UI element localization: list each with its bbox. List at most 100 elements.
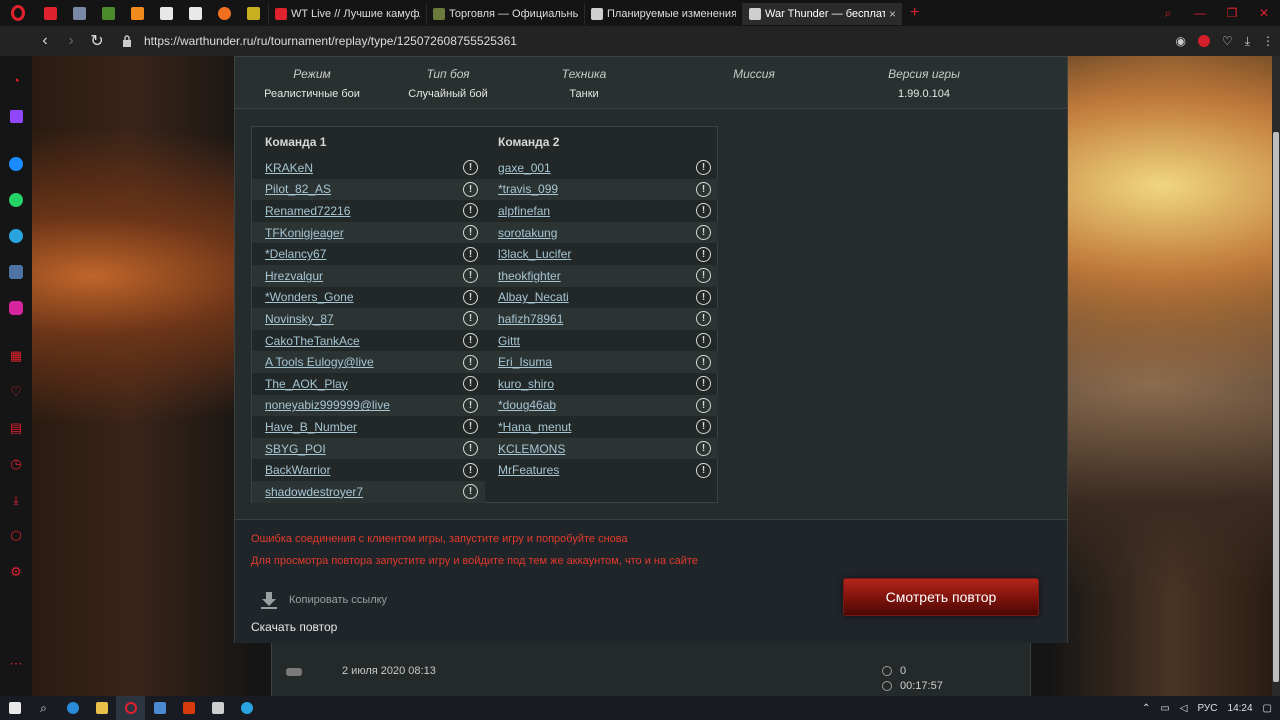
pinned-gmail2-icon[interactable]	[181, 0, 210, 26]
pinned-youtube-icon[interactable]	[36, 0, 65, 26]
player-name-link[interactable]: hafizh78961	[498, 312, 563, 326]
player-name-link[interactable]: theokfighter	[498, 269, 561, 283]
scrollbar-thumb[interactable]	[1273, 132, 1279, 682]
player-name-link[interactable]: BackWarrior	[265, 463, 331, 477]
report-warning-icon[interactable]: !	[696, 376, 711, 392]
report-warning-icon[interactable]: !	[696, 441, 711, 457]
search-icon[interactable]: ⌕	[29, 696, 58, 720]
player-name-link[interactable]: Albay_Necati	[498, 290, 569, 304]
player-name-link[interactable]: CakoTheTankAce	[265, 334, 360, 348]
report-warning-icon[interactable]: !	[463, 397, 478, 413]
start-button[interactable]	[0, 696, 29, 720]
player-name-link[interactable]: SBYG_POI	[265, 442, 326, 456]
download-replay-link[interactable]: Скачать повтор	[251, 620, 337, 634]
report-warning-icon[interactable]: !	[463, 333, 478, 349]
clock[interactable]: 14:24	[1228, 703, 1253, 714]
office-icon[interactable]	[174, 696, 203, 720]
notifications-icon[interactable]: ▢	[1263, 703, 1272, 714]
heart-icon[interactable]: ♡	[1222, 34, 1233, 48]
minimize-button[interactable]: —	[1184, 0, 1216, 26]
snapshot-icon[interactable]: ◉	[1175, 34, 1185, 48]
whatsapp-icon[interactable]	[8, 192, 24, 208]
pinned-rss-icon[interactable]	[210, 0, 239, 26]
more-icon[interactable]: ⋯	[8, 656, 24, 672]
reload-button[interactable]: ↻	[84, 26, 110, 56]
report-warning-icon[interactable]: !	[696, 181, 711, 197]
adblock-icon[interactable]	[1197, 35, 1210, 47]
player-name-link[interactable]: Renamed72216	[265, 204, 350, 218]
report-warning-icon[interactable]: !	[463, 268, 478, 284]
opera-taskbar-icon[interactable]	[116, 696, 145, 720]
news-icon[interactable]: ▤	[8, 420, 24, 436]
tab-trade[interactable]: Торговля — Официальный	[426, 3, 584, 25]
tab-close-icon[interactable]: ×	[889, 7, 896, 21]
report-warning-icon[interactable]: !	[463, 289, 478, 305]
report-warning-icon[interactable]: !	[696, 333, 711, 349]
player-name-link[interactable]: TFKonigjeager	[265, 226, 344, 240]
player-name-link[interactable]: Gittt	[498, 334, 520, 348]
pinned-leaf-icon[interactable]	[239, 0, 268, 26]
page-scrollbar[interactable]	[1272, 56, 1280, 696]
history-icon[interactable]: ◷	[8, 456, 24, 472]
apps-grid-icon[interactable]: ▦	[8, 348, 24, 364]
extensions-cube-icon[interactable]: ⬡	[8, 528, 24, 544]
report-warning-icon[interactable]: !	[696, 354, 711, 370]
report-warning-icon[interactable]: !	[696, 160, 711, 176]
player-name-link[interactable]: *doug46ab	[498, 398, 556, 412]
language-indicator[interactable]: РУС	[1197, 703, 1217, 714]
report-warning-icon[interactable]: !	[696, 203, 711, 219]
copy-link-button[interactable]: Копировать ссылку	[259, 590, 387, 610]
maximize-button[interactable]: ❐	[1216, 0, 1248, 26]
chevron-up-icon[interactable]: ⌃	[1142, 703, 1150, 714]
url-field[interactable]: https://warthunder.ru/ru/tournament/repl…	[144, 34, 517, 48]
forward-button[interactable]: ›	[58, 26, 84, 56]
player-name-link[interactable]: noneyabiz999999@live	[265, 398, 390, 412]
report-warning-icon[interactable]: !	[463, 419, 478, 435]
player-name-link[interactable]: *Delancy67	[265, 247, 326, 261]
mail-icon[interactable]	[145, 696, 174, 720]
player-name-link[interactable]: Hrezvalgur	[265, 269, 323, 283]
player-name-link[interactable]: KCLEMONS	[498, 442, 565, 456]
player-name-link[interactable]: Eri_Isuma	[498, 355, 552, 369]
speed-dial-icon[interactable]: ◔	[8, 72, 24, 88]
tab-changes[interactable]: Планируемые изменения	[584, 3, 742, 25]
report-warning-icon[interactable]: !	[696, 311, 711, 327]
player-name-link[interactable]: l3lack_Lucifer	[498, 247, 571, 261]
player-name-link[interactable]: kuro_shiro	[498, 377, 554, 391]
network-icon[interactable]: ▭	[1160, 703, 1169, 714]
report-warning-icon[interactable]: !	[463, 441, 478, 457]
lock-icon[interactable]	[120, 34, 134, 48]
twitch-icon[interactable]	[8, 108, 24, 124]
player-name-link[interactable]: *travis_099	[498, 182, 558, 196]
report-warning-icon[interactable]: !	[463, 462, 478, 478]
messenger-icon[interactable]	[8, 156, 24, 172]
search-tabs-icon[interactable]: ⌕	[1152, 0, 1184, 26]
player-name-link[interactable]: shadowdestroyer7	[265, 485, 363, 499]
edge-icon[interactable]	[58, 696, 87, 720]
report-warning-icon[interactable]: !	[463, 225, 478, 241]
download-icon[interactable]: ⤓	[1245, 34, 1250, 49]
report-warning-icon[interactable]: !	[463, 376, 478, 392]
pinned-orange-icon[interactable]	[123, 0, 152, 26]
telegram-icon[interactable]	[8, 228, 24, 244]
report-warning-icon[interactable]: !	[463, 354, 478, 370]
new-tab-button[interactable]: +	[910, 4, 919, 22]
back-button[interactable]: ‹	[32, 26, 58, 56]
player-name-link[interactable]: gaxe_001	[498, 161, 551, 175]
telegram-taskbar-icon[interactable]	[232, 696, 261, 720]
player-name-link[interactable]: MrFeatures	[498, 463, 559, 477]
player-name-link[interactable]: *Wonders_Gone	[265, 290, 354, 304]
report-warning-icon[interactable]: !	[696, 419, 711, 435]
player-name-link[interactable]: A Tools Eulogy@live	[265, 355, 374, 369]
downloads-icon[interactable]: ⤓	[8, 492, 24, 508]
settings-gear-icon[interactable]: ⚙	[8, 564, 24, 580]
report-warning-icon[interactable]: !	[696, 225, 711, 241]
player-name-link[interactable]: *Hana_menut	[498, 420, 571, 434]
pinned-green-icon[interactable]	[94, 0, 123, 26]
bookmarks-heart-icon[interactable]: ♡	[8, 384, 24, 400]
report-warning-icon[interactable]: !	[463, 160, 478, 176]
player-name-link[interactable]: Novinsky_87	[265, 312, 334, 326]
player-name-link[interactable]: Have_B_Number	[265, 420, 357, 434]
player-name-link[interactable]: The_AOK_Play	[265, 377, 348, 391]
pinned-gmail-icon[interactable]	[152, 0, 181, 26]
